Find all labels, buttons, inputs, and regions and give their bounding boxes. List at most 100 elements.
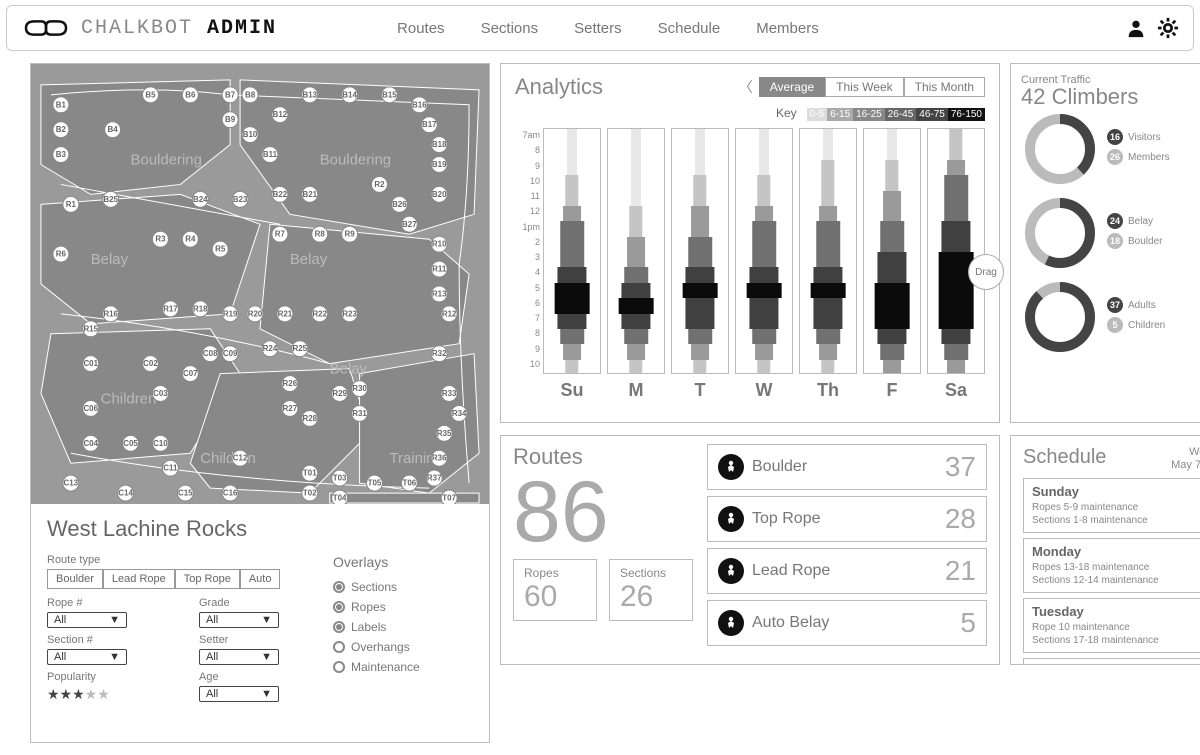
- route-type-top[interactable]: Top Rope: [175, 569, 240, 589]
- svg-text:T01: T01: [303, 469, 317, 478]
- traffic-donut-1: 24Belay 18Boulder: [1021, 194, 1200, 272]
- key-bucket: 16-25: [853, 108, 885, 121]
- schedule-range: WeekMay 7-13: [1171, 446, 1200, 472]
- drag-handle[interactable]: Drag: [968, 254, 1004, 290]
- nav-schedule[interactable]: Schedule: [658, 20, 721, 37]
- svg-text:B27: B27: [402, 220, 417, 229]
- svg-text:R4: R4: [185, 235, 196, 244]
- svg-text:R20: R20: [248, 309, 263, 318]
- tab-week[interactable]: This Week: [825, 77, 903, 97]
- svg-text:B15: B15: [382, 90, 397, 99]
- nav-setters[interactable]: Setters: [574, 20, 622, 37]
- ropes-label: Ropes: [524, 566, 586, 580]
- radio-icon: [333, 641, 345, 653]
- svg-text:R12: R12: [442, 309, 457, 318]
- svg-text:C16: C16: [223, 489, 238, 498]
- map-label-children-1: Children: [101, 390, 157, 407]
- section-filter-select[interactable]: All▼: [47, 649, 127, 665]
- svg-text:R26: R26: [283, 379, 298, 388]
- legend-item: 18Boulder: [1107, 233, 1200, 249]
- heatmap-day-Su: [543, 128, 601, 374]
- rope-filter-select[interactable]: All▼: [47, 612, 127, 628]
- route-type-row-boulder[interactable]: Boulder37: [707, 444, 987, 490]
- gear-icon[interactable]: [1157, 17, 1179, 39]
- hours-axis: 7am891011121pm2345678910: [515, 128, 543, 374]
- overlays-title: Overlays: [333, 554, 473, 570]
- svg-text:R24: R24: [263, 344, 278, 353]
- route-type-boulder[interactable]: Boulder: [47, 569, 103, 589]
- svg-text:B18: B18: [432, 140, 447, 149]
- key-bucket: 6-15: [827, 108, 853, 121]
- schedule-day-sunday[interactable]: SundayRopes 5-9 maintenanceSections 1-8 …: [1023, 478, 1200, 533]
- overlay-maintenance[interactable]: Maintenance: [333, 660, 473, 674]
- svg-text:B26: B26: [392, 200, 407, 209]
- setter-filter-label: Setter: [199, 634, 333, 646]
- heatmap-day-W: [735, 128, 793, 374]
- schedule-day-wednesday[interactable]: Wednesday: [1023, 658, 1200, 665]
- svg-text:R30: R30: [352, 384, 367, 393]
- svg-text:R5: R5: [215, 245, 226, 254]
- tab-month[interactable]: This Month: [904, 77, 985, 97]
- svg-text:R19: R19: [223, 309, 238, 318]
- age-filter-label: Age: [199, 671, 333, 683]
- age-filter-select[interactable]: All▼: [199, 686, 279, 702]
- svg-text:B21: B21: [302, 190, 317, 199]
- overlay-ropes[interactable]: Ropes: [333, 600, 473, 614]
- legend-item: 24Belay: [1107, 213, 1200, 229]
- map-label-bouldering-2: Bouldering: [320, 152, 391, 169]
- legend-item: 26Members: [1107, 149, 1200, 165]
- overlay-labels[interactable]: Labels: [333, 620, 473, 634]
- svg-text:R22: R22: [312, 309, 327, 318]
- traffic-donut-0: 16Visitors26Members: [1021, 110, 1200, 188]
- svg-text:C12: C12: [233, 454, 248, 463]
- setter-filter-select[interactable]: All▼: [199, 649, 279, 665]
- tab-average[interactable]: Average: [759, 77, 825, 97]
- route-type-row-top-rope[interactable]: Top Rope28: [707, 496, 987, 542]
- route-type-row-lead-rope[interactable]: Lead Rope21: [707, 548, 987, 594]
- svg-text:B9: B9: [225, 115, 236, 124]
- svg-text:B14: B14: [342, 90, 357, 99]
- gym-map[interactable]: Bouldering Bouldering Belay Belay Belay …: [31, 64, 489, 504]
- carabiner-logo-icon: [21, 16, 71, 40]
- heatmap-day-Sa: [927, 128, 985, 374]
- svg-text:B17: B17: [422, 120, 437, 129]
- svg-text:T02: T02: [303, 489, 317, 498]
- schedule-day-monday[interactable]: MondayRopes 13-18 maintenanceSections 12…: [1023, 538, 1200, 593]
- route-type-auto[interactable]: Auto: [240, 569, 281, 589]
- grade-filter-select[interactable]: All▼: [199, 612, 279, 628]
- map-panel: Bouldering Bouldering Belay Belay Belay …: [30, 63, 490, 743]
- route-type-lead[interactable]: Lead Rope: [103, 569, 175, 589]
- svg-text:R29: R29: [332, 389, 347, 398]
- nav: Routes Sections Setters Schedule Members: [397, 20, 819, 37]
- routes-panel: Routes 86 Ropes 60 Sections 26 Boulder37…: [500, 435, 1000, 665]
- sections-label: Sections: [620, 566, 682, 580]
- radio-icon: [333, 621, 345, 633]
- traffic-count: 42 Climbers: [1021, 84, 1200, 110]
- map-label-bouldering-1: Bouldering: [131, 152, 202, 169]
- svg-text:B12: B12: [273, 110, 288, 119]
- map-label-belay-3: Belay: [330, 361, 368, 378]
- route-type-label: Route type: [47, 554, 333, 566]
- analytics-title: Analytics: [515, 74, 603, 100]
- nav-members[interactable]: Members: [756, 20, 819, 37]
- climber-icon: [718, 610, 744, 636]
- svg-text:B13: B13: [302, 90, 317, 99]
- svg-text:B23: B23: [233, 195, 248, 204]
- route-type-row-auto-belay[interactable]: Auto Belay5: [707, 600, 987, 646]
- schedule-day-tuesday[interactable]: TuesdayRope 10 maintenanceSections 17-18…: [1023, 598, 1200, 653]
- nav-sections[interactable]: Sections: [481, 20, 539, 37]
- user-icon[interactable]: [1125, 17, 1147, 39]
- schedule-title: Schedule: [1023, 446, 1106, 469]
- day-axis: SuMTWThFSa: [543, 380, 985, 401]
- overlay-overhangs[interactable]: Overhangs: [333, 640, 473, 654]
- overlay-sections[interactable]: Sections: [333, 580, 473, 594]
- chevron-left-icon[interactable]: 〈: [739, 77, 753, 97]
- analytics-panel: Analytics 〈 Average This Week This Month…: [500, 63, 1000, 423]
- svg-text:B24: B24: [193, 195, 208, 204]
- sections-box: Sections 26: [609, 559, 693, 621]
- popularity-stars[interactable]: ★★★★★: [47, 686, 181, 703]
- nav-routes[interactable]: Routes: [397, 20, 445, 37]
- svg-text:C07: C07: [183, 369, 198, 378]
- svg-text:C09: C09: [223, 349, 238, 358]
- svg-text:R9: R9: [345, 230, 356, 239]
